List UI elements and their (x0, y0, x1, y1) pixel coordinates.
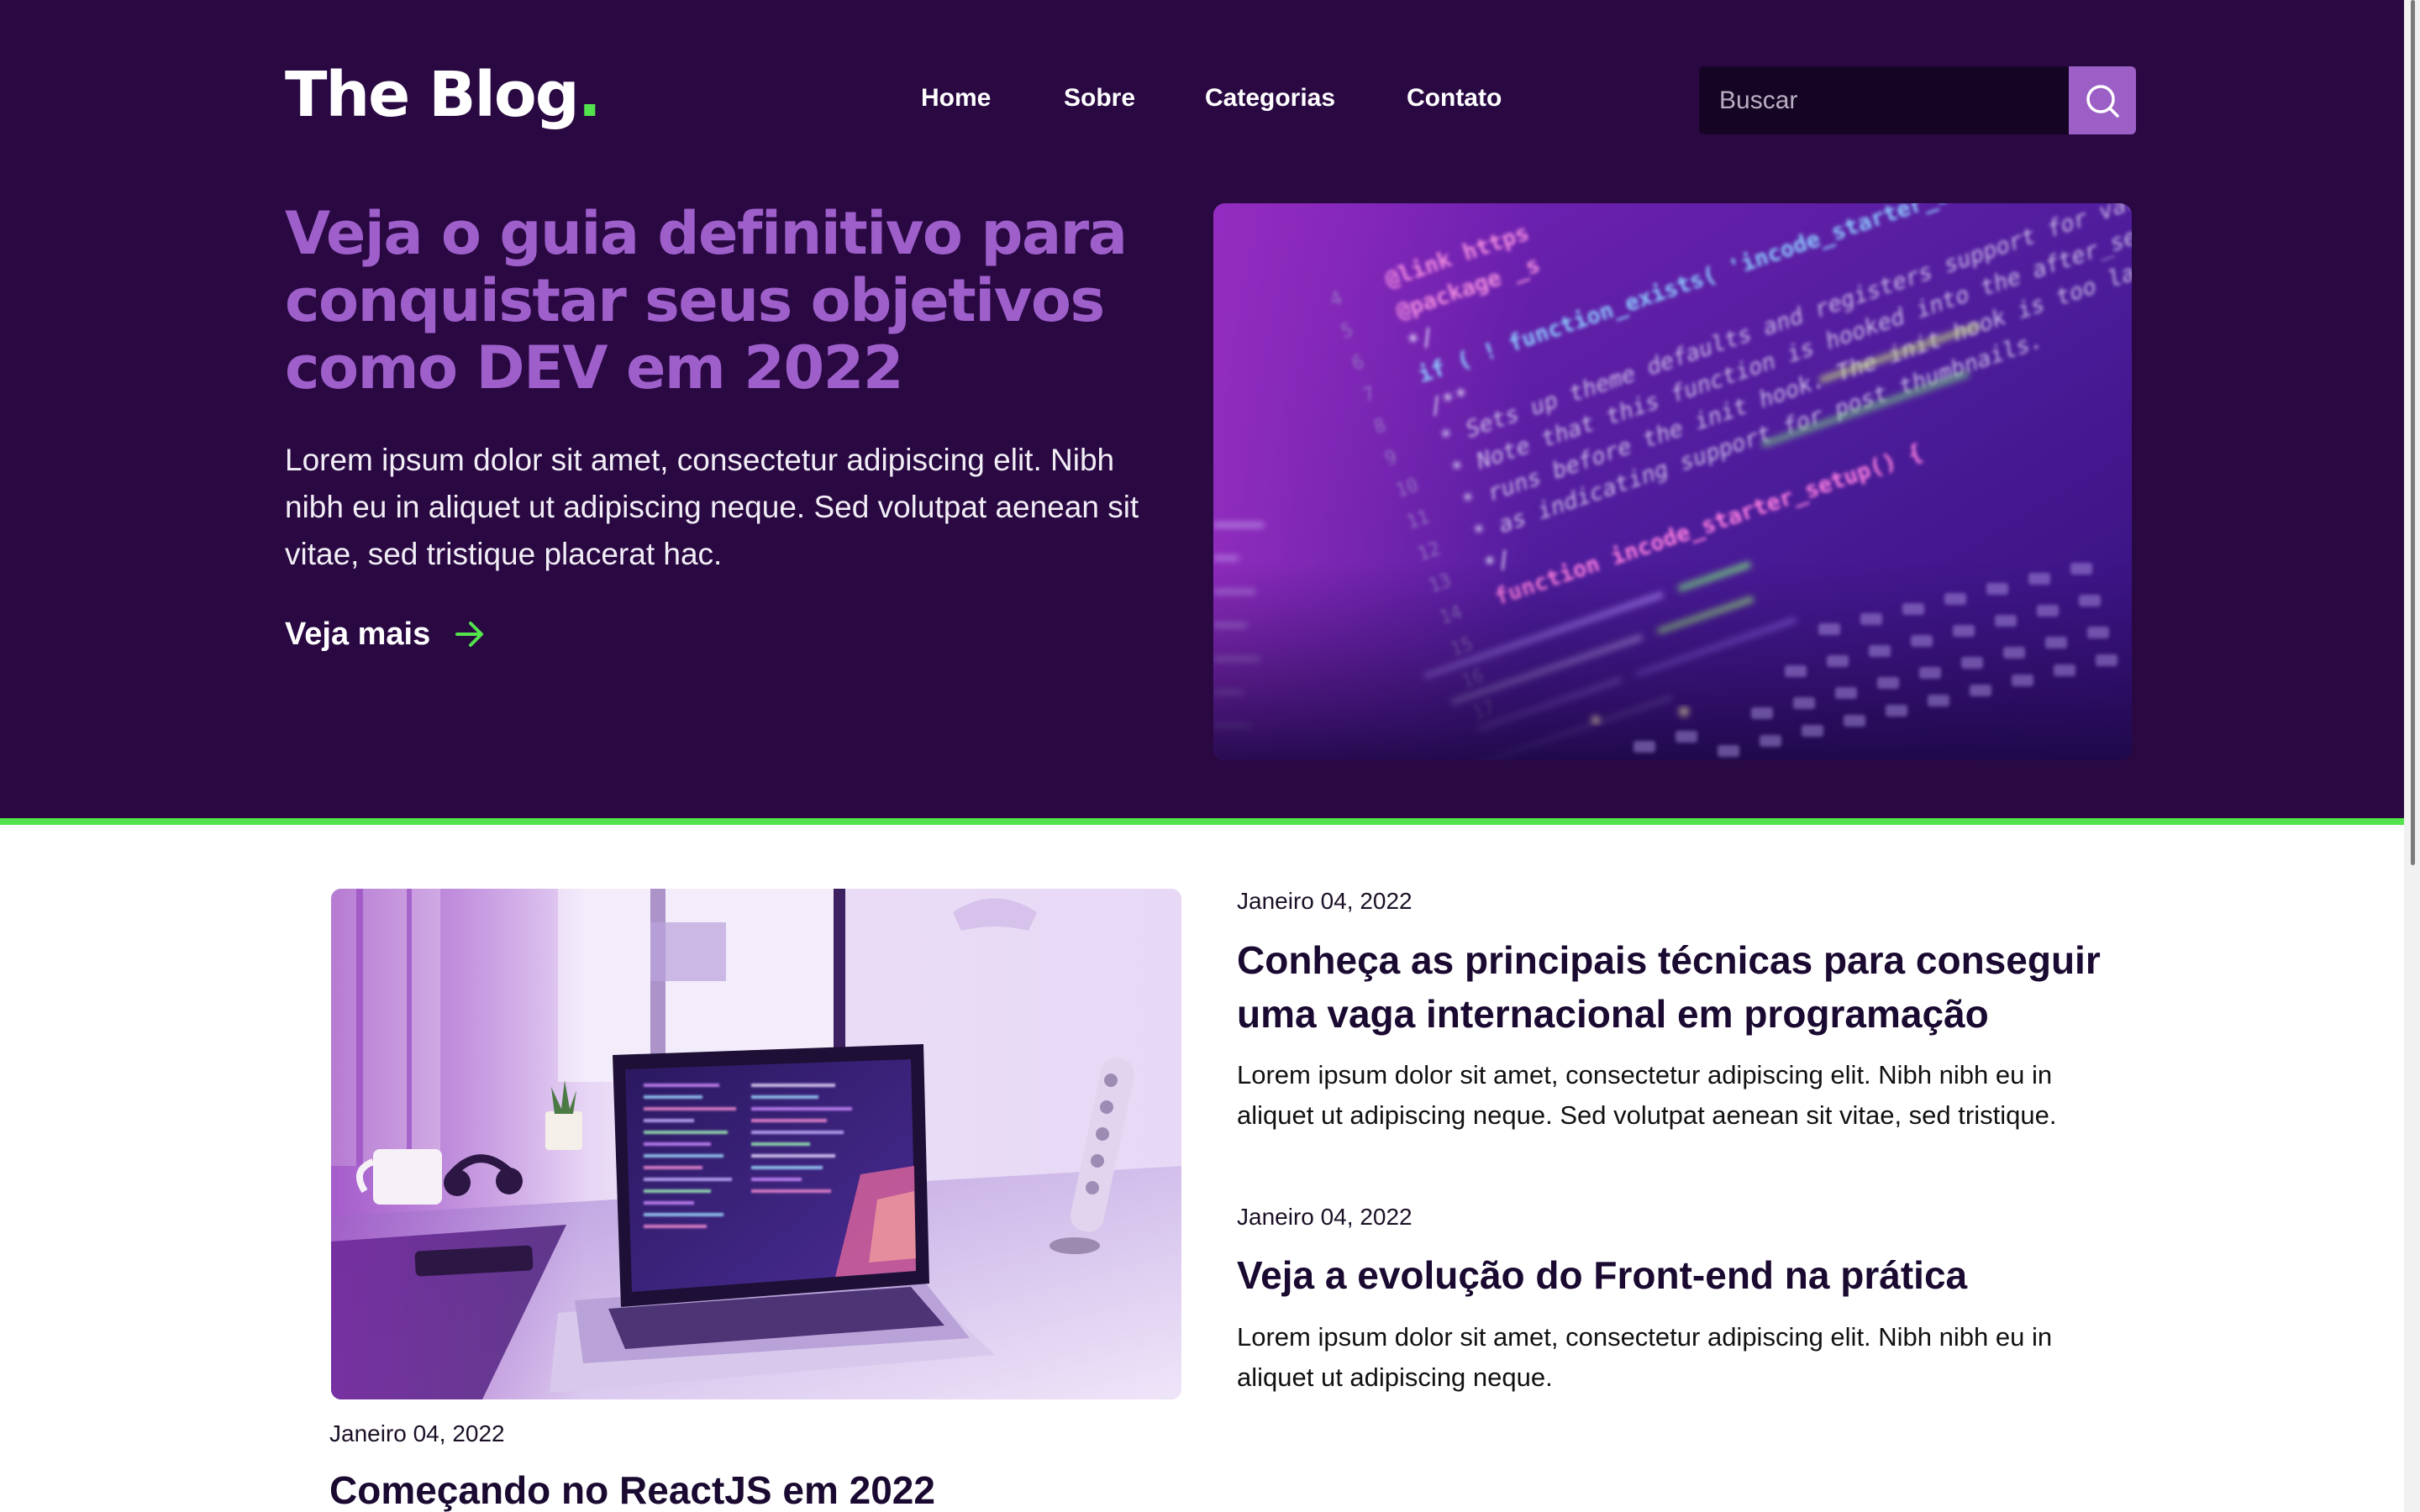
post-1-title[interactable]: Conheça as principais técnicas para cons… (1237, 933, 2136, 1041)
search-bar (1699, 66, 2136, 134)
search-input[interactable] (1699, 66, 2069, 134)
post-2-date: Janeiro 04, 2022 (1237, 1204, 1413, 1230)
search-icon (2086, 84, 2119, 118)
search-button[interactable] (2069, 66, 2136, 134)
nav-sobre[interactable]: Sobre (1064, 84, 1135, 113)
featured-post-image[interactable] (331, 889, 1181, 1399)
hero-image: 4 5 6 7 8 9 10 11 12 13 14 15 16 17 (1213, 203, 2132, 760)
featured-post-date: Janeiro 04, 2022 (329, 1420, 505, 1446)
post-1-excerpt: Lorem ipsum dolor sit amet, consectetur … (1237, 1060, 2057, 1130)
hero-section: The Blog. Home Sobre Categorias Contato … (0, 0, 2420, 818)
hero-title: Veja o guia definitivo para conquistar s… (285, 199, 1128, 402)
nav-categorias[interactable]: Categorias (1205, 84, 1335, 113)
hero-divider (0, 818, 2420, 825)
post-2-title[interactable]: Veja a evolução do Front-end na prática (1237, 1248, 2136, 1302)
page-scrollbar[interactable] (2404, 0, 2420, 1512)
featured-post-title[interactable]: Começando no ReactJS em 2022 (329, 1463, 1186, 1512)
hero-cta-label: Veja mais (285, 616, 431, 652)
logo-text: The Blog (285, 59, 580, 131)
logo-dot: . (577, 59, 602, 131)
page: The Blog. Home Sobre Categorias Contato … (0, 0, 2420, 1512)
nav-contato[interactable]: Contato (1407, 84, 1502, 113)
post-1-date: Janeiro 04, 2022 (1237, 888, 1413, 914)
post-2-excerpt: Lorem ipsum dolor sit amet, consectetur … (1237, 1322, 2053, 1392)
site-logo[interactable]: The Blog. (285, 59, 602, 131)
nav-home[interactable]: Home (921, 84, 991, 113)
scrollbar-thumb[interactable] (2411, 0, 2415, 865)
hero-cta-link[interactable]: Veja mais (285, 613, 486, 655)
hero-description: Lorem ipsum dolor sit amet, consectetur … (285, 443, 1139, 571)
arrow-right-icon (454, 618, 486, 650)
